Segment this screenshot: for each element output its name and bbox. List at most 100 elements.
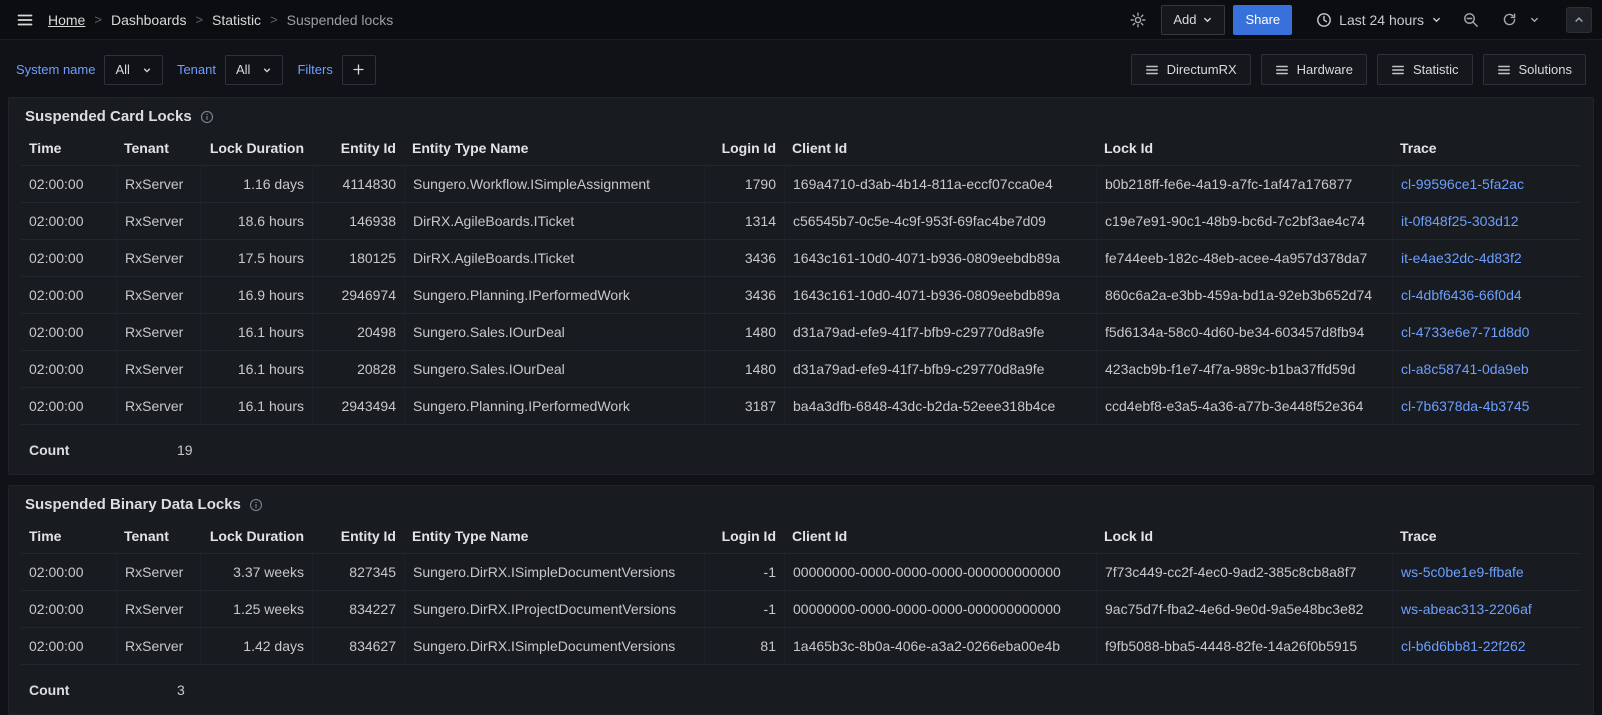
cell-lock-id: ccd4ebf8-e3a5-4a36-a77b-3e448f52e364: [1096, 388, 1392, 425]
panel-title[interactable]: Suspended Binary Data Locks: [25, 496, 241, 513]
system-name-select[interactable]: All: [104, 55, 162, 85]
column-header-trace[interactable]: Trace: [1392, 521, 1581, 554]
cell-time: 02:00:00: [21, 314, 116, 351]
cell-trace: ws-abeac313-2206af: [1392, 591, 1581, 628]
cell-time: 02:00:00: [21, 277, 116, 314]
refresh-icon: [1502, 12, 1517, 27]
column-header-trace[interactable]: Trace: [1392, 133, 1581, 166]
zoom-out-button[interactable]: [1456, 5, 1486, 35]
table-footer: Count 3: [21, 680, 1581, 702]
refresh-controls: [1494, 5, 1544, 35]
dashboard-link-hardware[interactable]: Hardware: [1261, 54, 1367, 85]
dashboard-settings-button[interactable]: [1123, 5, 1153, 35]
tenant-select[interactable]: All: [225, 55, 283, 85]
cell-client-id: 00000000-0000-0000-0000-000000000000: [784, 591, 1096, 628]
trace-link[interactable]: it-0f848f25-303d12: [1401, 213, 1519, 229]
cell-lock-id: 9ac75d7f-fba2-4e6d-9e0d-9a5e48bc3e82: [1096, 591, 1392, 628]
cell-time: 02:00:00: [21, 166, 116, 203]
cell-lock-duration: 16.1 hours: [200, 388, 312, 425]
column-header-lock-duration[interactable]: Lock Duration: [200, 133, 312, 166]
cell-tenant: RxServer: [116, 351, 200, 388]
trace-link[interactable]: cl-b6d6bb81-22f262: [1401, 638, 1526, 654]
cell-trace: cl-4733e6e7-71d8d0: [1392, 314, 1581, 351]
variable-system-name: System name All: [16, 55, 163, 85]
refresh-button[interactable]: [1494, 5, 1524, 35]
column-header-lock-id[interactable]: Lock Id: [1096, 521, 1392, 554]
column-header-time[interactable]: Time: [21, 521, 116, 554]
info-icon[interactable]: [200, 110, 214, 124]
column-header-entity-type-name[interactable]: Entity Type Name: [404, 521, 704, 554]
column-header-lock-duration[interactable]: Lock Duration: [200, 521, 312, 554]
column-header-login-id[interactable]: Login Id: [704, 521, 784, 554]
tenant-label: Tenant: [177, 62, 216, 77]
cell-time: 02:00:00: [21, 351, 116, 388]
zoom-out-icon: [1463, 12, 1479, 28]
panel-title[interactable]: Suspended Card Locks: [25, 108, 192, 125]
dashboard-link-directumrx[interactable]: DirectumRX: [1131, 54, 1251, 85]
column-header-tenant[interactable]: Tenant: [116, 133, 200, 166]
cell-tenant: RxServer: [116, 388, 200, 425]
column-header-entity-id[interactable]: Entity Id: [312, 521, 404, 554]
menu-button[interactable]: [10, 5, 40, 35]
time-range-label: Last 24 hours: [1339, 12, 1424, 28]
add-filter-button[interactable]: [342, 55, 376, 85]
column-header-time[interactable]: Time: [21, 133, 116, 166]
trace-link[interactable]: it-e4ae32dc-4d83f2: [1401, 250, 1522, 266]
cell-lock-id: fe744eeb-182c-48eb-acee-4a957d378da7: [1096, 240, 1392, 277]
column-header-lock-id[interactable]: Lock Id: [1096, 133, 1392, 166]
trace-link[interactable]: cl-4733e6e7-71d8d0: [1401, 324, 1529, 340]
cell-time: 02:00:00: [21, 628, 116, 665]
info-icon[interactable]: [249, 498, 263, 512]
cell-login-id: 3436: [704, 240, 784, 277]
column-header-entity-type-name[interactable]: Entity Type Name: [404, 133, 704, 166]
trace-link[interactable]: cl-99596ce1-5fa2ac: [1401, 176, 1524, 192]
chevron-up-icon: [1573, 14, 1585, 26]
trace-link[interactable]: cl-a8c58741-0da9eb: [1401, 361, 1529, 377]
cell-entity-type-name: DirRX.AgileBoards.ITicket: [404, 240, 704, 277]
count-value: 19: [177, 442, 193, 458]
scroll-to-top-button[interactable]: [1566, 7, 1592, 33]
cell-entity-type-name: Sungero.Planning.IPerformedWork: [404, 388, 704, 425]
add-button[interactable]: Add: [1161, 5, 1225, 35]
time-range-picker[interactable]: Last 24 hours: [1310, 5, 1448, 35]
cell-lock-duration: 16.1 hours: [200, 314, 312, 351]
locks-table: TimeTenantLock DurationEntity IdEntity T…: [21, 521, 1581, 702]
breadcrumb-statistic[interactable]: Statistic: [212, 12, 261, 28]
cell-time: 02:00:00: [21, 203, 116, 240]
cell-lock-id: 860c6a2a-e3bb-459a-bd1a-92eb3b652d74: [1096, 277, 1392, 314]
locks-table: TimeTenantLock DurationEntity IdEntity T…: [21, 133, 1581, 462]
cell-entity-type-name: Sungero.Planning.IPerformedWork: [404, 277, 704, 314]
table-row: 02:00:00RxServer1.16 days4114830Sungero.…: [21, 166, 1581, 203]
cell-entity-type-name: Sungero.DirRX.IProjectDocumentVersions: [404, 591, 704, 628]
refresh-interval-dropdown[interactable]: [1524, 5, 1544, 35]
breadcrumb-separator: >: [94, 12, 102, 27]
table-header-row: TimeTenantLock DurationEntity IdEntity T…: [21, 133, 1581, 166]
trace-link[interactable]: ws-5c0be1e9-ffbafe: [1401, 564, 1524, 580]
dashboard-link-statistic[interactable]: Statistic: [1377, 54, 1473, 85]
cell-trace: cl-4dbf6436-66f0d4: [1392, 277, 1581, 314]
cell-time: 02:00:00: [21, 591, 116, 628]
trace-link[interactable]: ws-abeac313-2206af: [1401, 601, 1532, 617]
cell-entity-type-name: Sungero.Sales.IOurDeal: [404, 351, 704, 388]
cell-tenant: RxServer: [116, 240, 200, 277]
dashboard-link-label: Solutions: [1519, 62, 1572, 77]
cell-entity-type-name: Sungero.DirRX.ISimpleDocumentVersions: [404, 628, 704, 665]
trace-link[interactable]: cl-4dbf6436-66f0d4: [1401, 287, 1522, 303]
column-header-tenant[interactable]: Tenant: [116, 521, 200, 554]
cell-tenant: RxServer: [116, 166, 200, 203]
share-button[interactable]: Share: [1233, 5, 1292, 35]
list-icon: [1145, 63, 1159, 77]
cell-login-id: 3187: [704, 388, 784, 425]
list-icon: [1391, 63, 1405, 77]
dashboard-link-solutions[interactable]: Solutions: [1483, 54, 1586, 85]
column-header-login-id[interactable]: Login Id: [704, 133, 784, 166]
count-value: 3: [177, 682, 185, 698]
chevron-down-icon: [262, 65, 272, 75]
column-header-client-id[interactable]: Client Id: [784, 521, 1096, 554]
trace-link[interactable]: cl-7b6378da-4b3745: [1401, 398, 1529, 414]
column-header-entity-id[interactable]: Entity Id: [312, 133, 404, 166]
breadcrumb-home[interactable]: Home: [48, 12, 85, 28]
panel-suspended-binary-data-locks: Suspended Binary Data Locks TimeTenantLo…: [8, 485, 1594, 715]
column-header-client-id[interactable]: Client Id: [784, 133, 1096, 166]
breadcrumb-dashboards[interactable]: Dashboards: [111, 12, 187, 28]
